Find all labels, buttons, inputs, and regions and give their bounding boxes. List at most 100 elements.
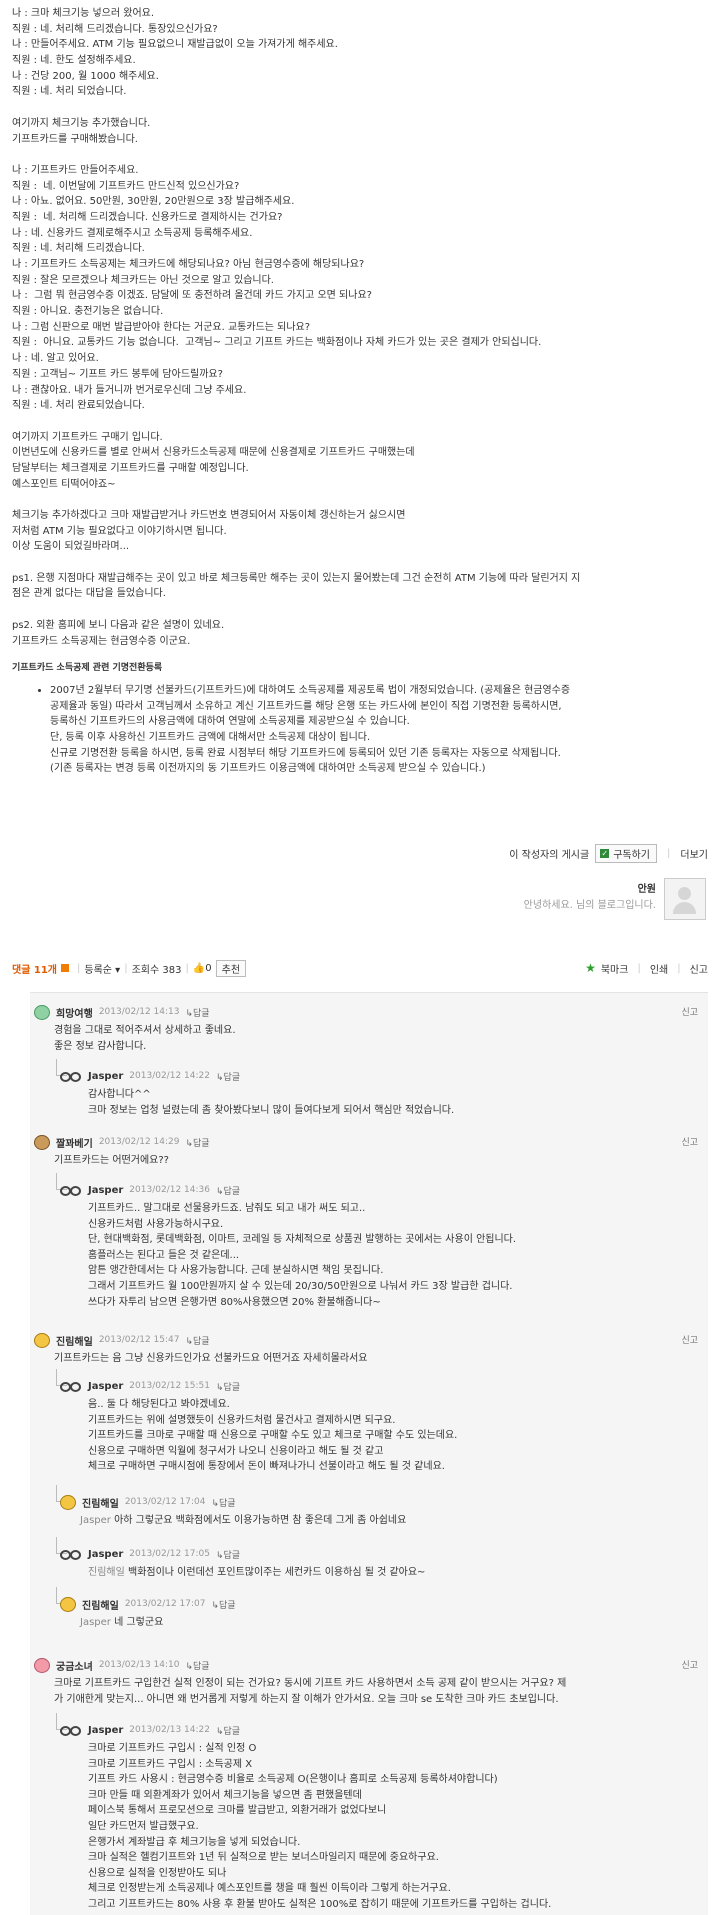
reply-link[interactable]: ↳답글 <box>216 1548 240 1561</box>
post-line: 직원 : 네. 처리 완료되었습니다. <box>12 400 145 412</box>
sort-dropdown[interactable]: 등록순 ▾ <box>84 961 120 976</box>
reply-link[interactable]: ↳답글 <box>185 1136 209 1149</box>
comment-date: 2013/02/12 14:29 <box>98 1137 180 1147</box>
comment-body: 감사합니다^^ 크마 정보는 업청 널렸는데 좀 찾아봤다보니 많이 들여다보게… <box>88 1089 455 1116</box>
post-line: 나 : 기프트카드 소득공제는 체크카드에 해당되나요? 아님 현금영수증에 해… <box>12 259 365 270</box>
comment-author[interactable]: Jasper <box>88 1549 123 1560</box>
author-posts-link[interactable]: 이 작성자의 게시글 <box>509 846 589 861</box>
report-link[interactable]: 신고 <box>681 1135 698 1148</box>
comment-author[interactable]: Jasper <box>88 1185 123 1196</box>
post-line: ps2. 외환 홈피에 보니 다음과 같은 설명이 있네요. <box>12 619 225 631</box>
view-count: 조회수 383 <box>131 964 182 976</box>
print-link[interactable]: 인쇄 <box>650 961 668 976</box>
comment-date: 2013/02/12 15:51 <box>129 1381 210 1391</box>
post-line: 직원 : 고객님~ 기프트 카드 봉투에 담아드릴까요? <box>12 368 223 380</box>
comment-date: 2013/02/12 17:04 <box>124 1497 206 1507</box>
post-line: 점은 관계 없다는 대답을 들었습니다. <box>12 588 166 600</box>
post-line: 나 : 네. 알고 있어요. <box>12 353 99 365</box>
comment-date: 2013/02/13 14:10 <box>98 1660 180 1670</box>
post-line: 직원 : 네. 처리해 드리겠습니다. <box>12 243 145 255</box>
author-bar: 이 작성자의 게시글 ✓ 구독하기 | 더보기 <box>480 843 708 863</box>
post-line: 직원 : 네. 이번달에 기프트카드 만드신적 있으신가요? <box>12 180 240 192</box>
post-line: 기프트카드 소득공제는 현금영수증 이군요. <box>12 635 191 647</box>
comment-date: 2013/02/12 14:13 <box>98 1007 180 1017</box>
comment-author[interactable]: 진림해일 <box>82 1597 119 1612</box>
post-line: 예스포인트 티떡어야죠~ <box>12 478 116 490</box>
reply-link[interactable]: ↳답글 <box>216 1380 240 1393</box>
post-line: 직원 : 네. 한도 설정해주세요. <box>12 55 136 67</box>
comment-body: Jasper 아하 그렇군요 백화점에서도 이용가능하면 참 좋은데 그게 좀 … <box>80 1515 407 1526</box>
comment-date: 2013/02/12 15:47 <box>98 1335 180 1345</box>
reply-comment: Jasper 2013/02/12 15:51 ↳답글 음.. 둘 다 해당된다… <box>60 1379 696 1475</box>
comment-body: 기프트카드는 어떤거에요?? <box>54 1155 169 1166</box>
post-line: 직원 : 아니요. 충전기능은 없습니다. <box>12 306 164 318</box>
comment-author[interactable]: Jasper <box>88 1071 123 1082</box>
post-line: 직원 : 잘은 모르겠으나 체크카드는 아닌 것으로 알고 있습니다. <box>12 274 274 286</box>
comment-author[interactable]: Jasper <box>88 1725 123 1736</box>
comment-author[interactable]: 진림해일 <box>56 1333 93 1348</box>
author-name[interactable]: 안원 <box>638 880 656 895</box>
avatar-icon <box>34 1657 50 1673</box>
glasses-avatar-icon <box>60 1549 82 1560</box>
post-line: 나 : 괜찮아요. 내가 들거니까 번거로우신데 그냥 주세요. <box>12 384 247 396</box>
reply-link[interactable]: ↳답글 <box>216 1724 240 1737</box>
reply-link[interactable]: ↳답글 <box>216 1070 240 1083</box>
report-link[interactable]: 신고 <box>690 961 708 976</box>
comment-author[interactable]: 짤꽈베기 <box>56 1135 93 1150</box>
star-icon[interactable]: ★ <box>585 961 596 975</box>
divider: | <box>185 962 189 974</box>
post-line: 직원 : 네. 처리해 드리겠습니다. 통장있으신가요? <box>12 23 218 35</box>
report-link[interactable]: 신고 <box>681 1658 698 1671</box>
comment-date: 2013/02/12 14:36 <box>129 1185 210 1195</box>
post-line: 나 : 그럼 뭐 현금영수증 이겠죠. 담달에 또 충전하려 올건데 카드 가지… <box>12 290 372 302</box>
report-link[interactable]: 신고 <box>681 1333 698 1346</box>
reply-link[interactable]: ↳답글 <box>211 1598 235 1611</box>
comment-author[interactable]: 희망여행 <box>56 1005 93 1020</box>
reply-link[interactable]: ↳답글 <box>185 1659 209 1672</box>
comment-body: 음.. 둘 다 해당된다고 봐야겠네요. 기프트카드는 위에 설명했듯이 신용카… <box>88 1399 458 1473</box>
comment-date: 2013/02/13 14:22 <box>129 1725 210 1735</box>
divider: | <box>637 962 641 974</box>
post-line: 저처럼 ATM 기능 필요없다고 이야기하시면 됩니다. <box>12 525 227 537</box>
bookmark-link[interactable]: 북마크 <box>601 961 629 976</box>
divider: | <box>677 962 681 974</box>
post-line: ps1. 은행 지점마다 재발급해주는 곳이 있고 바로 체크등록만 해주는 곳… <box>12 572 581 584</box>
like-count: 0 <box>205 962 212 974</box>
mention[interactable]: Jasper <box>80 1617 111 1628</box>
comment-author[interactable]: 궁금소녀 <box>56 1658 93 1673</box>
post-line: 나 : 기프트카드 만들어주세요. <box>12 164 139 176</box>
thumbs-up-icon[interactable]: 👍 <box>193 963 205 974</box>
mention[interactable]: Jasper <box>80 1515 111 1526</box>
glasses-avatar-icon <box>60 1725 82 1736</box>
mention[interactable]: 진림해일 <box>88 1567 125 1578</box>
comment: 짤꽈베기 2013/02/12 14:29 ↳답글 신고 기프트카드는 어떤거에… <box>34 1134 698 1169</box>
reply-comment: Jasper 2013/02/12 14:22 ↳답글 감사합니다^^ 크마 정… <box>60 1069 696 1118</box>
reply-link[interactable]: ↳답글 <box>185 1334 209 1347</box>
reply-link[interactable]: ↳답글 <box>216 1184 240 1197</box>
notice-item: 2007년 2월부터 무기명 선불카드(기프트카드)에 대하여도 소득공제를 제… <box>50 683 708 777</box>
comment-count[interactable]: 댓글 11개 <box>12 961 57 976</box>
comment-author[interactable]: 진림해일 <box>82 1495 119 1510</box>
comment: 진림해일 2013/02/12 15:47 ↳답글 신고 기프트카드는 음 그냥… <box>34 1332 698 1367</box>
reply-comment: 진림해일 2013/02/12 17:07 ↳답글 Jasper 네 그렇군요 <box>60 1596 696 1631</box>
avatar-icon <box>34 1332 50 1348</box>
toggle-icon[interactable] <box>61 964 69 972</box>
post-line: 직원 : 아니요. 교통카드 기능 없습니다. 고객님~ 그리고 기프트 카드는… <box>12 337 542 349</box>
comment-body: 기프트카드는 음 그냥 신용카드인가요 선불카드요 어떤거죠 자세히몰라서요 <box>54 1353 368 1364</box>
divider: | <box>124 962 128 974</box>
more-link[interactable]: 더보기 <box>680 846 708 861</box>
reply-link[interactable]: ↳답글 <box>211 1496 235 1509</box>
reply-link[interactable]: ↳답글 <box>185 1006 209 1019</box>
report-link[interactable]: 신고 <box>681 1005 698 1018</box>
subscribe-button[interactable]: ✓ 구독하기 <box>595 843 658 863</box>
comment-author[interactable]: Jasper <box>88 1381 123 1392</box>
divider: | <box>77 962 81 974</box>
comment-body: 크마로 기프트카드 구입한건 실적 인정이 되는 건가요? 동시에 기프트 카드… <box>54 1678 567 1705</box>
comment: 궁금소녀 2013/02/13 14:10 ↳답글 신고 크마로 기프트카드 구… <box>34 1657 698 1707</box>
post-line: 담달부터는 체크결제로 기프트카드를 구매할 예정입니다. <box>12 462 249 474</box>
recommend-button[interactable]: 추천 <box>215 959 247 977</box>
avatar[interactable] <box>664 878 706 920</box>
reply-comment: Jasper 2013/02/12 14:36 ↳답글 기프트카드.. 말그대로… <box>60 1183 696 1310</box>
